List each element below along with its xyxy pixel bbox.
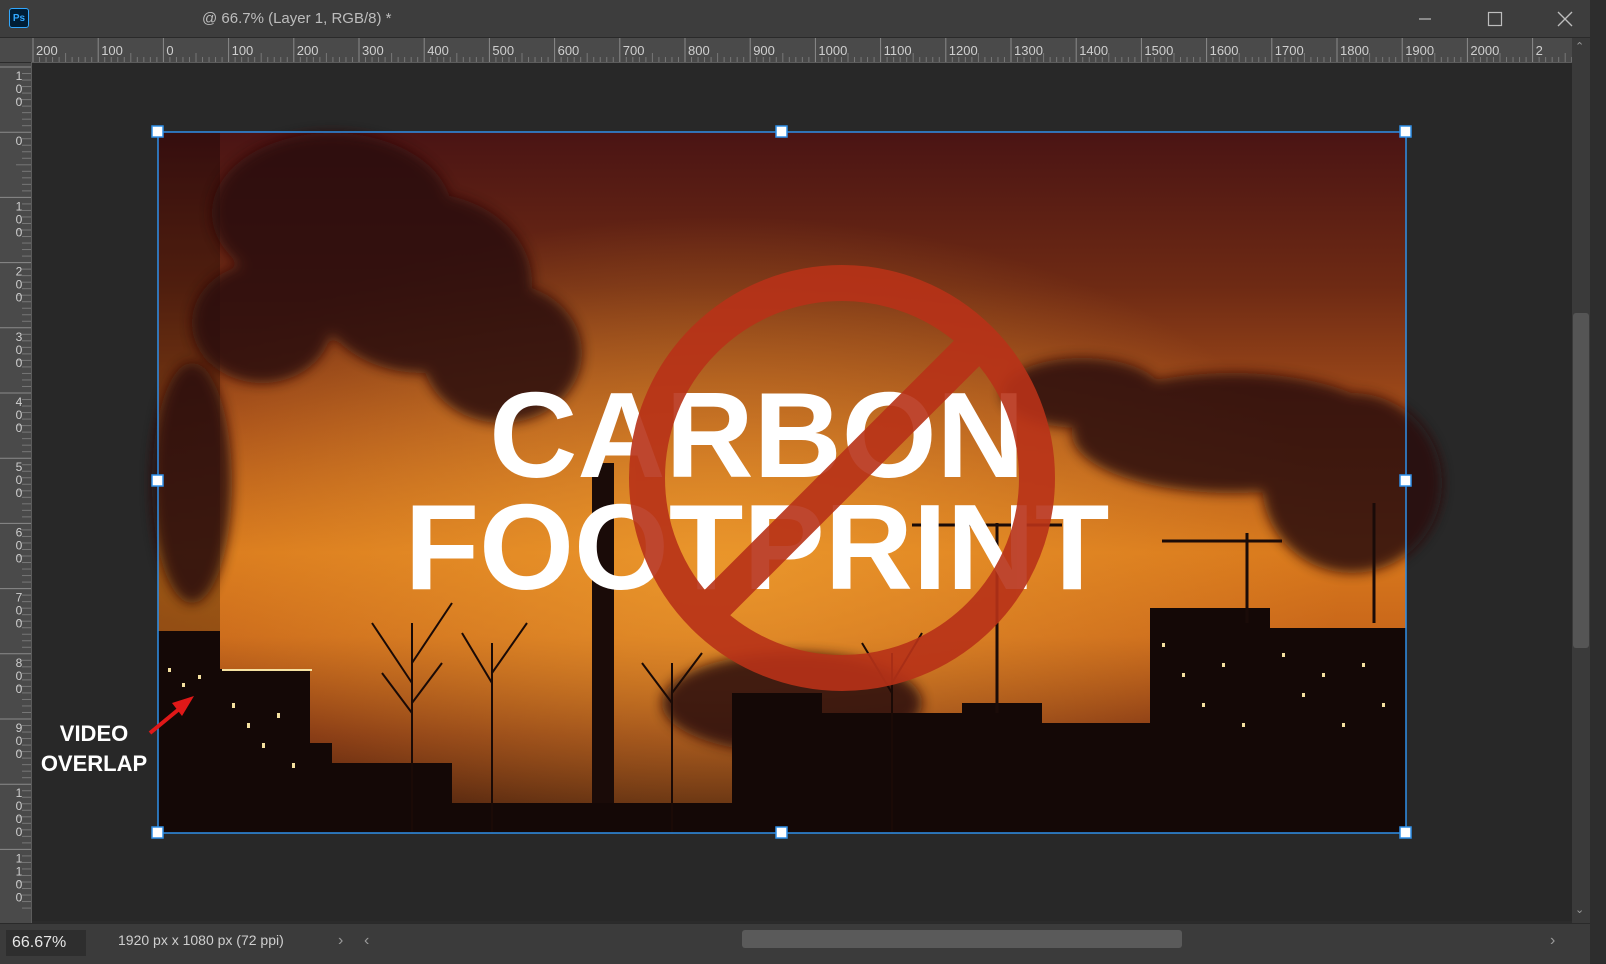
ruler-label: 500 — [492, 43, 514, 58]
transform-handle-top-right[interactable] — [1399, 125, 1412, 138]
transform-handle-bottom-right[interactable] — [1399, 826, 1412, 839]
ruler-label: 900 — [16, 721, 23, 761]
ruler-label: 300 — [362, 43, 384, 58]
canvas-artwork: CARBON FOOTPRINT — [148, 125, 1442, 839]
title-bar: Ps @ 66.7% (Layer 1, RGB/8) * — [0, 0, 1606, 38]
ruler-label: 800 — [16, 656, 23, 696]
ruler-label: 1000 — [818, 43, 847, 58]
ruler-corner[interactable] — [0, 38, 31, 62]
ruler-label: 400 — [427, 43, 449, 58]
horizontal-ruler-ticks: 200 100 0 100 200 300 400 500 600 700 800 900 1000 11… — [32, 38, 1579, 62]
chevron-right-icon[interactable]: › — [338, 932, 343, 950]
ruler-label: 1300 — [1014, 43, 1043, 58]
ruler-label: 1100 — [884, 43, 912, 58]
vertical-ruler-ticks: 1 0 001 0 02 0 03 0 04 0 05 0 06 0 07 0 08 0 09 0 01 0 0 01 1 0 0 — [0, 66, 31, 909]
ruler-label: 1800 — [1340, 43, 1369, 58]
ruler-label: 0 — [16, 134, 23, 148]
transform-handle-left[interactable] — [151, 474, 164, 487]
close-icon — [1557, 11, 1573, 26]
ruler-label: 700 — [623, 43, 645, 58]
ruler-label: 1100 — [16, 851, 23, 904]
ruler-label: 1600 — [1210, 43, 1239, 58]
minimize-icon — [1419, 17, 1431, 20]
close-button[interactable] — [1542, 0, 1588, 37]
zoom-level-field[interactable]: 66.67% — [6, 930, 86, 956]
horizontal-scroll-thumb[interactable] — [742, 930, 1182, 948]
document-tab-title[interactable]: @ 66.7% (Layer 1, RGB/8) * — [202, 10, 391, 27]
scroll-left-icon[interactable]: ‹ — [364, 932, 369, 950]
ruler-label: 100 — [16, 199, 23, 239]
ruler-label: 100 — [101, 43, 123, 58]
ruler-label: 0 — [166, 43, 173, 58]
video-overlap-annotation: VIDEO OVERLAP — [32, 719, 156, 779]
transform-handle-top[interactable] — [775, 125, 788, 138]
window-edge — [1590, 0, 1606, 963]
ruler-label: 2 — [1536, 43, 1543, 58]
ruler-label: 500 — [16, 460, 23, 500]
ruler-label: 200 — [297, 43, 319, 58]
transform-handle-top-left[interactable] — [151, 125, 164, 138]
ruler-label: 1400 — [1079, 43, 1108, 58]
annotation-line-1: VIDEO — [59, 721, 129, 746]
ruler-label: 300 — [16, 330, 23, 370]
ruler-label: 1900 — [1405, 43, 1434, 58]
ruler-label: 1500 — [1144, 43, 1173, 58]
document-info[interactable]: 1920 px x 1080 px (72 ppi) — [118, 932, 284, 948]
ruler-label: 1200 — [949, 43, 978, 58]
scroll-right-icon[interactable]: › — [1550, 932, 1555, 950]
minimize-button[interactable] — [1402, 0, 1448, 37]
horizontal-ruler[interactable]: 200 100 0 100 200 300 400 500 600 700 800 900 1000 11… — [31, 38, 1581, 63]
maximize-button[interactable] — [1472, 0, 1518, 37]
ruler-label: 800 — [688, 43, 710, 58]
ruler-label: 400 — [16, 395, 23, 435]
ruler-label: 100 — [16, 69, 23, 109]
scroll-down-icon[interactable]: ⌄ — [1575, 903, 1584, 916]
maximize-icon — [1487, 11, 1503, 26]
transform-handle-bottom[interactable] — [775, 826, 788, 839]
ruler-label: 100 — [232, 43, 254, 58]
ruler-label: 600 — [558, 43, 580, 58]
transform-handle-bottom-left[interactable] — [151, 826, 164, 839]
vertical-ruler[interactable]: 100010020030040050060070080090010001100 — [0, 63, 32, 923]
scroll-up-icon[interactable]: ⌃ — [1575, 40, 1584, 53]
ruler-label: 1700 — [1275, 43, 1304, 58]
ruler-label: 700 — [16, 591, 23, 631]
ruler-label: 2000 — [1470, 43, 1499, 58]
ruler-label: 900 — [753, 43, 775, 58]
document-canvas[interactable]: CARBON FOOTPRINT — [32, 63, 1572, 921]
vertical-scroll-thumb[interactable] — [1573, 313, 1589, 648]
video-frame-image: CARBON FOOTPRINT — [152, 132, 1442, 833]
status-bar: 66.67% 1920 px x 1080 px (72 ppi) › ‹ › — [0, 923, 1590, 964]
annotation-line-2: OVERLAP — [40, 751, 148, 776]
transform-handle-right[interactable] — [1399, 474, 1412, 487]
ruler-label: 200 — [16, 265, 23, 305]
ruler-label: 200 — [36, 43, 58, 58]
photoshop-logo-icon: Ps — [9, 8, 29, 28]
ruler-label: 600 — [16, 525, 23, 565]
ruler-label: 1000 — [16, 786, 23, 839]
